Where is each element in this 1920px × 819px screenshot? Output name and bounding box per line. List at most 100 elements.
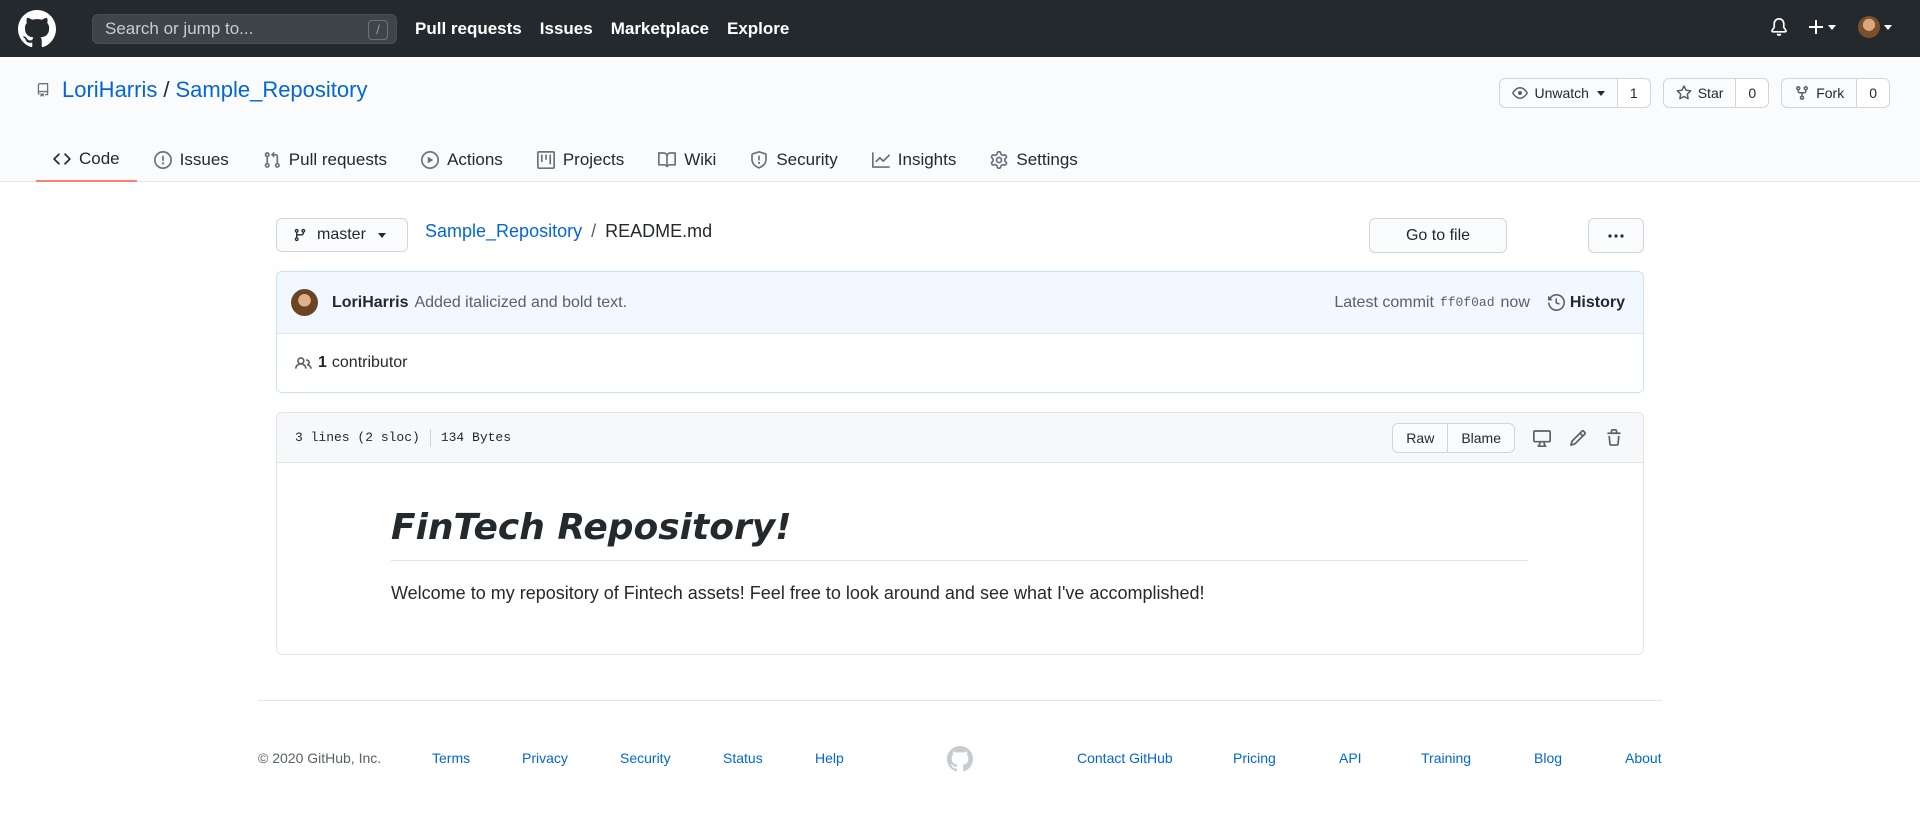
divider [429, 428, 431, 447]
watch-button-group: Unwatch 1 [1499, 78, 1651, 108]
footer-link-api[interactable]: API [1339, 750, 1362, 766]
commit-message[interactable]: Added italicized and bold text. [414, 294, 627, 312]
commit-meta: Latest commit ff0f0ad now History [1334, 294, 1625, 312]
footer-link-help[interactable]: Help [815, 750, 844, 766]
fork-button[interactable]: Fork [1782, 79, 1856, 107]
footer-link-privacy[interactable]: Privacy [522, 750, 568, 766]
file-navigation: master Sample_Repository / README.md Go … [276, 182, 1644, 254]
footer-link-training[interactable]: Training [1421, 750, 1471, 766]
tab-label: Wiki [684, 149, 717, 169]
chevron-down-icon [1828, 24, 1836, 30]
branch-selector[interactable]: master [276, 218, 408, 252]
shield-icon [751, 150, 768, 169]
code-icon [53, 152, 71, 165]
readme-content: FinTech Repository! Welcome to my reposi… [277, 463, 1643, 604]
tab-settings[interactable]: Settings [973, 137, 1094, 182]
plus-icon [1809, 20, 1823, 34]
chevron-down-icon [1884, 24, 1892, 30]
tab-insights[interactable]: Insights [855, 137, 974, 182]
nav-explore[interactable]: Explore [727, 19, 789, 39]
tab-code[interactable]: Code [36, 137, 137, 182]
watch-count[interactable]: 1 [1616, 79, 1650, 107]
desktop-icon[interactable] [1533, 429, 1551, 447]
footer-link-security[interactable]: Security [620, 750, 671, 766]
fork-button-group: Fork 0 [1781, 78, 1890, 108]
repo-title-separator: / [163, 77, 170, 102]
footer-link-pricing[interactable]: Pricing [1233, 750, 1276, 766]
breadcrumb-separator: / [591, 221, 597, 241]
tab-label: Code [79, 148, 120, 168]
unwatch-label: Unwatch [1534, 85, 1589, 101]
fork-count[interactable]: 0 [1856, 79, 1889, 107]
commit-author[interactable]: LoriHarris [332, 294, 408, 312]
trash-icon[interactable] [1605, 429, 1623, 447]
footer-link-blog[interactable]: Blog [1534, 750, 1562, 766]
gear-icon [991, 150, 1008, 169]
github-logo-icon[interactable] [18, 9, 56, 48]
header-right [1770, 16, 1892, 38]
site-footer: © 2020 GitHub, Inc. Terms Privacy Securi… [258, 700, 1662, 773]
pull-request-icon [264, 151, 280, 168]
repo-name-link[interactable]: Sample_Repository [175, 77, 367, 103]
issue-icon [153, 150, 172, 169]
file-actions: Raw Blame [1392, 423, 1623, 453]
footer-link-contact[interactable]: Contact GitHub [1077, 750, 1173, 766]
avatar[interactable] [291, 289, 318, 316]
footer-link-terms[interactable]: Terms [432, 750, 470, 766]
blame-button[interactable]: Blame [1447, 424, 1514, 452]
file-size: 134 Bytes [440, 430, 512, 445]
repo-owner-link[interactable]: LoriHarris [62, 77, 157, 103]
nav-pull-requests[interactable]: Pull requests [415, 19, 522, 39]
footer-link-about[interactable]: About [1625, 750, 1662, 766]
breadcrumb-repo-link[interactable]: Sample_Repository [425, 221, 582, 241]
tab-pull-requests[interactable]: Pull requests [246, 137, 404, 182]
latest-commit-label: Latest commit [1334, 293, 1434, 311]
readme-paragraph: Welcome to my repository of Fintech asse… [391, 583, 1205, 603]
raw-button[interactable]: Raw [1393, 424, 1447, 452]
breadcrumb-filename: README.md [605, 221, 713, 241]
pencil-icon[interactable] [1569, 429, 1587, 447]
footer-row: © 2020 GitHub, Inc. Terms Privacy Securi… [258, 701, 1662, 773]
global-nav: Pull requests Issues Marketplace Explore [415, 19, 807, 39]
people-icon [295, 356, 312, 369]
graph-icon [871, 151, 890, 168]
nav-marketplace[interactable]: Marketplace [611, 19, 709, 39]
search-shortcut-hint: / [368, 19, 388, 40]
latest-commit-box: LoriHarris Added italicized and bold tex… [276, 271, 1644, 393]
github-mark-icon[interactable] [947, 746, 973, 772]
avatar [1858, 16, 1880, 38]
bell-icon[interactable] [1770, 17, 1788, 37]
contributors-row[interactable]: 1 contributor [277, 334, 1643, 392]
tab-projects[interactable]: Projects [520, 137, 641, 182]
unwatch-button[interactable]: Unwatch [1500, 79, 1616, 107]
repo-icon [37, 83, 49, 97]
tab-security[interactable]: Security [733, 137, 854, 182]
search-placeholder: Search or jump to... [105, 18, 254, 38]
footer-copyright: © 2020 GitHub, Inc. [258, 750, 382, 766]
star-label: Star [1697, 85, 1724, 101]
star-button[interactable]: Star [1664, 79, 1736, 107]
search-input[interactable]: Search or jump to... / [92, 13, 397, 44]
breadcrumb: Sample_Repository / README.md [425, 221, 712, 242]
tab-actions[interactable]: Actions [404, 137, 520, 182]
commit-sha[interactable]: ff0f0ad [1440, 295, 1495, 310]
more-options-button[interactable] [1588, 218, 1644, 253]
go-to-file-button[interactable]: Go to file [1369, 218, 1507, 253]
raw-blame-group: Raw Blame [1392, 423, 1515, 453]
create-new-menu[interactable] [1808, 19, 1836, 35]
user-menu[interactable] [1836, 16, 1892, 38]
book-icon [658, 151, 677, 167]
star-count[interactable]: 0 [1735, 79, 1769, 107]
star-button-group: Star 0 [1662, 78, 1770, 108]
tab-issues[interactable]: Issues [137, 137, 246, 182]
play-icon [421, 150, 440, 169]
history-link[interactable]: History [1547, 294, 1625, 312]
commit-row: LoriHarris Added italicized and bold tex… [277, 272, 1643, 334]
star-icon [1676, 85, 1692, 100]
nav-issues[interactable]: Issues [540, 19, 593, 39]
tab-label: Pull requests [288, 149, 388, 169]
file-header: 3 lines (2 sloc) 134 Bytes Raw Blame [277, 413, 1643, 463]
footer-link-status[interactable]: Status [723, 750, 763, 766]
tab-wiki[interactable]: Wiki [641, 137, 733, 182]
eye-icon [1512, 87, 1529, 99]
